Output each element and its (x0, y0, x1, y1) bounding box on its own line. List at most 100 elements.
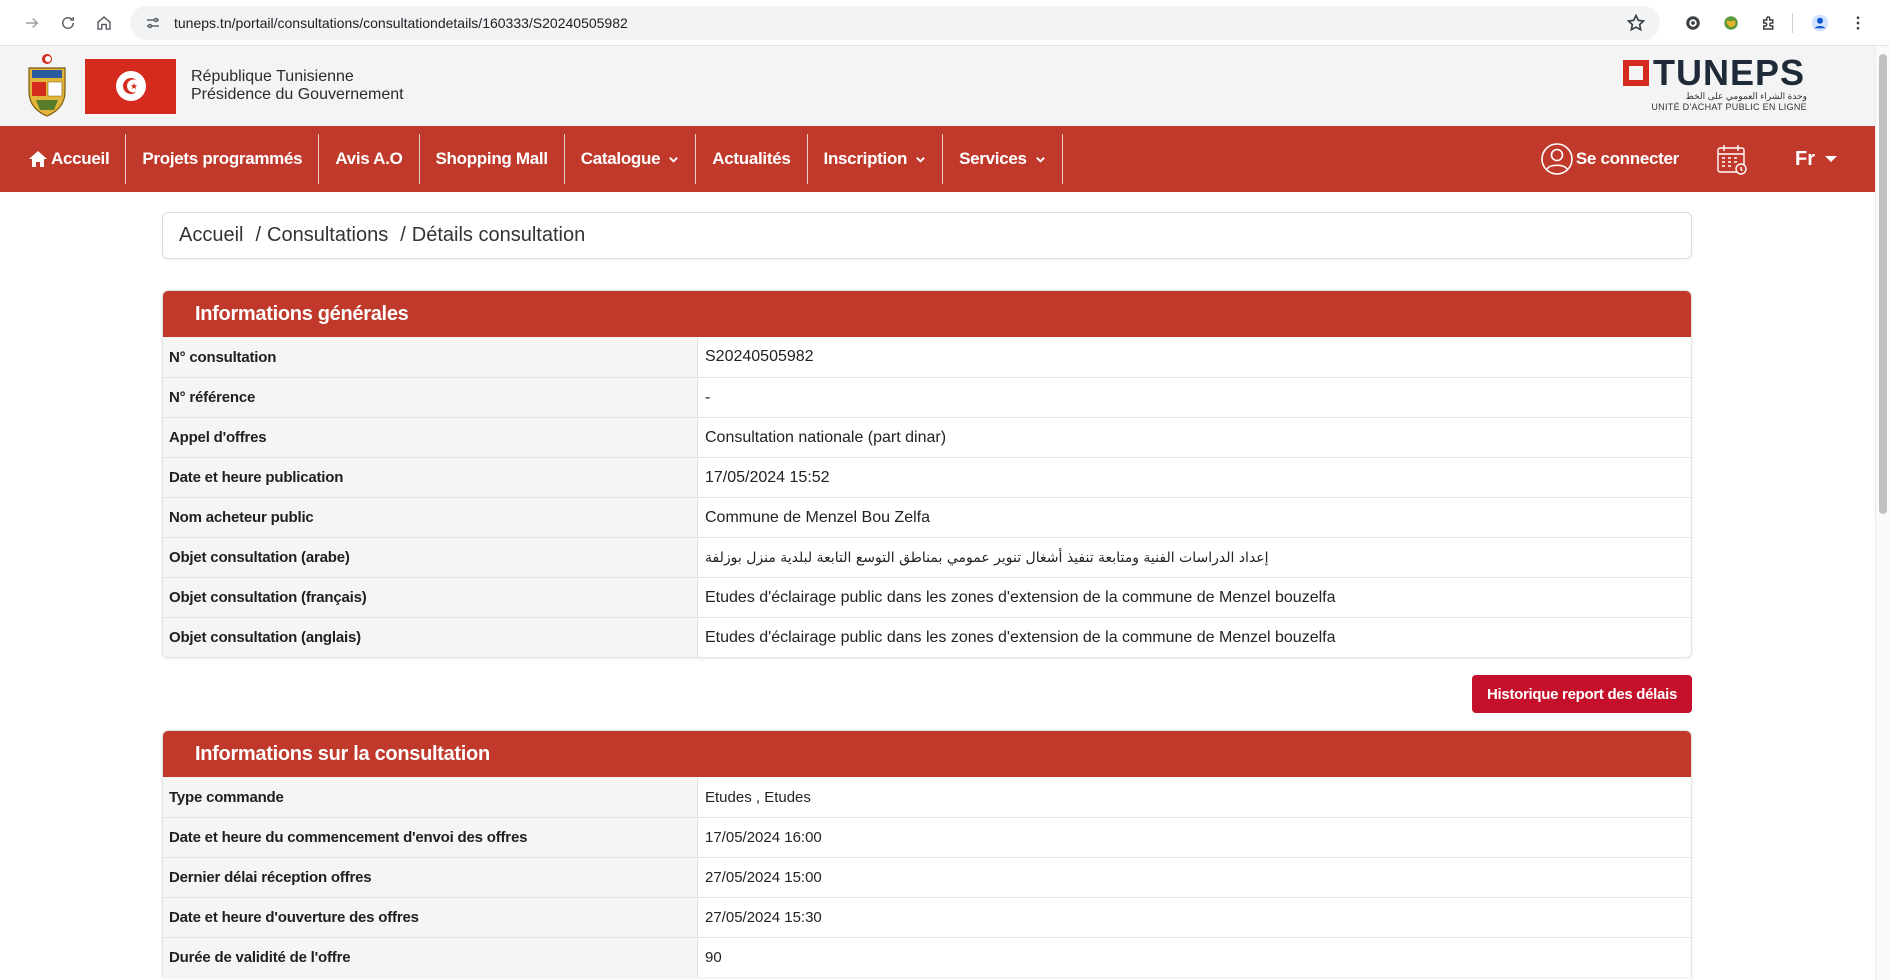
breadcrumb-current: Détails consultation (411, 224, 586, 246)
breadcrumb-separator: / (255, 224, 262, 246)
nav-inscription[interactable]: Inscription (808, 134, 944, 184)
chevron-down-icon (1035, 156, 1045, 163)
history-delay-button[interactable]: Historique report des délais (1472, 675, 1692, 713)
general-info-card: Informations générales N° consultation S2… (162, 290, 1692, 658)
tunisia-flag-icon (85, 58, 176, 114)
row-value: 17/05/2024 15:52 (705, 468, 830, 486)
government-title: République Tunisienne Présidence du Gouv… (191, 68, 404, 104)
nav-label: Accueil (51, 149, 110, 168)
extension-grammar-icon[interactable] (1676, 6, 1710, 40)
table-row: Nom acheteur public Commune de Menzel Bou… (163, 497, 1691, 537)
nav-label: Shopping Mall (435, 149, 549, 168)
calendar-icon[interactable] (1715, 142, 1749, 176)
nav-shopping-mall[interactable]: Shopping Mall (420, 134, 565, 184)
row-value: Etudes d'éclairage public dans les zones… (705, 628, 1336, 646)
row-label: Objet consultation (français) (163, 578, 698, 617)
nav-accueil[interactable]: Accueil (26, 134, 127, 184)
bookmark-star-icon[interactable] (1626, 13, 1646, 33)
row-value: Commune de Menzel Bou Zelfa (705, 508, 930, 526)
table-row: Durée de validité de l'offre 90 (163, 937, 1691, 977)
card-title: Informations générales (163, 291, 1691, 337)
toolbar-divider (1792, 12, 1793, 33)
breadcrumb: Accueil / Consultations / Détails consul… (162, 212, 1692, 259)
tuneps-arabic-tagline: وحدة الشراء العمومي على الخط (1685, 91, 1807, 101)
row-value: Etudes d'éclairage public dans les zones… (705, 588, 1336, 606)
nav-label: Actualités (712, 149, 791, 168)
row-label: Durée de validité de l'offre (163, 938, 698, 977)
row-label: Type commande (163, 777, 698, 817)
table-row: Type commande Etudes , Etudes (163, 777, 1691, 817)
caret-down-icon (1825, 156, 1837, 162)
row-value: Consultation nationale (part dinar) (705, 428, 947, 446)
consultation-info-table: Type commande Etudes , Etudes Date et heu… (163, 777, 1691, 977)
nav-avis-ao[interactable]: Avis A.O (319, 134, 420, 184)
row-label: Objet consultation (arabe) (163, 538, 698, 577)
nav-services[interactable]: Services (943, 134, 1063, 184)
tuneps-logo-text: TUNEPS (1653, 52, 1806, 93)
row-value: - (705, 388, 711, 406)
row-label: Date et heure du commencement d'envoi de… (163, 818, 698, 857)
nav-label: Catalogue (580, 149, 661, 168)
general-info-table: N° consultation S20240505982 N° référence… (163, 337, 1691, 657)
main-navbar: Accueil Projets programmés Avis A.O Shop… (0, 126, 1889, 192)
table-row: N° consultation S20240505982 (163, 337, 1691, 377)
row-value: 27/05/2024 15:30 (705, 909, 822, 926)
chevron-down-icon (916, 156, 925, 163)
consultation-info-card: Informations sur la consultation Type co… (162, 730, 1692, 977)
nav-label: Inscription (823, 149, 908, 168)
row-label: Date et heure publication (163, 458, 698, 497)
profile-icon[interactable] (1803, 6, 1837, 40)
nav-catalogue[interactable]: Catalogue (565, 134, 697, 184)
breadcrumb-consultations[interactable]: Consultations (267, 224, 388, 247)
row-label: N° référence (163, 378, 698, 417)
row-label: Objet consultation (anglais) (163, 618, 698, 657)
navbar-right: Se connecter Fr (1540, 126, 1837, 192)
forward-icon[interactable] (14, 5, 50, 41)
tuneps-logo[interactable]: TUNEPS وحدة الشراء العمومي على الخط UNIT… (1623, 52, 1813, 118)
table-row: Objet consultation (anglais) Etudes d'écl… (163, 617, 1691, 657)
arabic-text: إعداد الدراسات الفنية ومتابعة تنفيذ أشغا… (705, 549, 1269, 566)
nav-actualites[interactable]: Actualités (696, 134, 808, 184)
extensions-puzzle-icon[interactable] (1752, 6, 1786, 40)
nav-label: Avis A.O (335, 149, 403, 168)
row-value: 17/05/2024 16:00 (705, 829, 822, 846)
breadcrumb-separator: / (400, 224, 406, 246)
table-row: Date et heure du commencement d'envoi de… (163, 817, 1691, 857)
table-row: N° référence - (163, 377, 1691, 417)
login-button[interactable]: Se connecter (1540, 142, 1679, 176)
table-row: Objet consultation (français) Etudes d'éc… (163, 577, 1691, 617)
language-selector[interactable]: Fr (1795, 148, 1837, 171)
login-label: Se connecter (1575, 149, 1679, 168)
table-row: Dernier délai réception offres 27/05/2024… (163, 857, 1691, 897)
breadcrumb-accueil[interactable]: Accueil (179, 224, 243, 247)
row-value-arabic: إعداد الدراسات الفنية ومتابعة تنفيذ أشغا… (698, 538, 1691, 577)
language-label: Fr (1795, 147, 1815, 170)
history-button-wrap: Historique report des délais (162, 675, 1692, 713)
scrollbar-thumb[interactable] (1879, 54, 1887, 514)
user-circle-icon (1541, 143, 1573, 175)
row-label: N° consultation (163, 337, 698, 377)
home-icon[interactable] (86, 5, 122, 41)
page-scrollbar[interactable] (1875, 46, 1889, 980)
gov-line2: Présidence du Gouvernement (191, 86, 404, 103)
row-value: S20240505982 (705, 348, 814, 365)
extension-globe-icon[interactable] (1714, 6, 1748, 40)
table-row: Date et heure publication 17/05/2024 15:5… (163, 457, 1691, 497)
browser-menu-icon[interactable] (1841, 6, 1875, 40)
row-label: Nom acheteur public (163, 498, 698, 537)
home-icon (29, 151, 47, 167)
reload-icon[interactable] (50, 5, 86, 41)
main-content: Accueil / Consultations / Détails consul… (162, 212, 1692, 977)
row-label: Appel d'offres (163, 418, 698, 457)
row-value: 90 (705, 949, 722, 966)
table-row: Objet consultation (arabe) إعداد الدراسات… (163, 537, 1691, 577)
gov-line1: République Tunisienne (191, 68, 354, 85)
chevron-down-icon (669, 156, 679, 163)
row-label: Dernier délai réception offres (163, 858, 698, 897)
address-bar[interactable]: tuneps.tn/portail/consultations/consulta… (130, 5, 1660, 40)
table-row: Appel d'offres Consultation nationale (pa… (163, 417, 1691, 457)
nav-projets-programmes[interactable]: Projets programmés (126, 134, 320, 184)
site-settings-icon[interactable] (144, 14, 162, 32)
url-text[interactable]: tuneps.tn/portail/consultations/consulta… (174, 15, 1626, 31)
tunisia-coat-of-arms-icon[interactable] (24, 52, 70, 120)
